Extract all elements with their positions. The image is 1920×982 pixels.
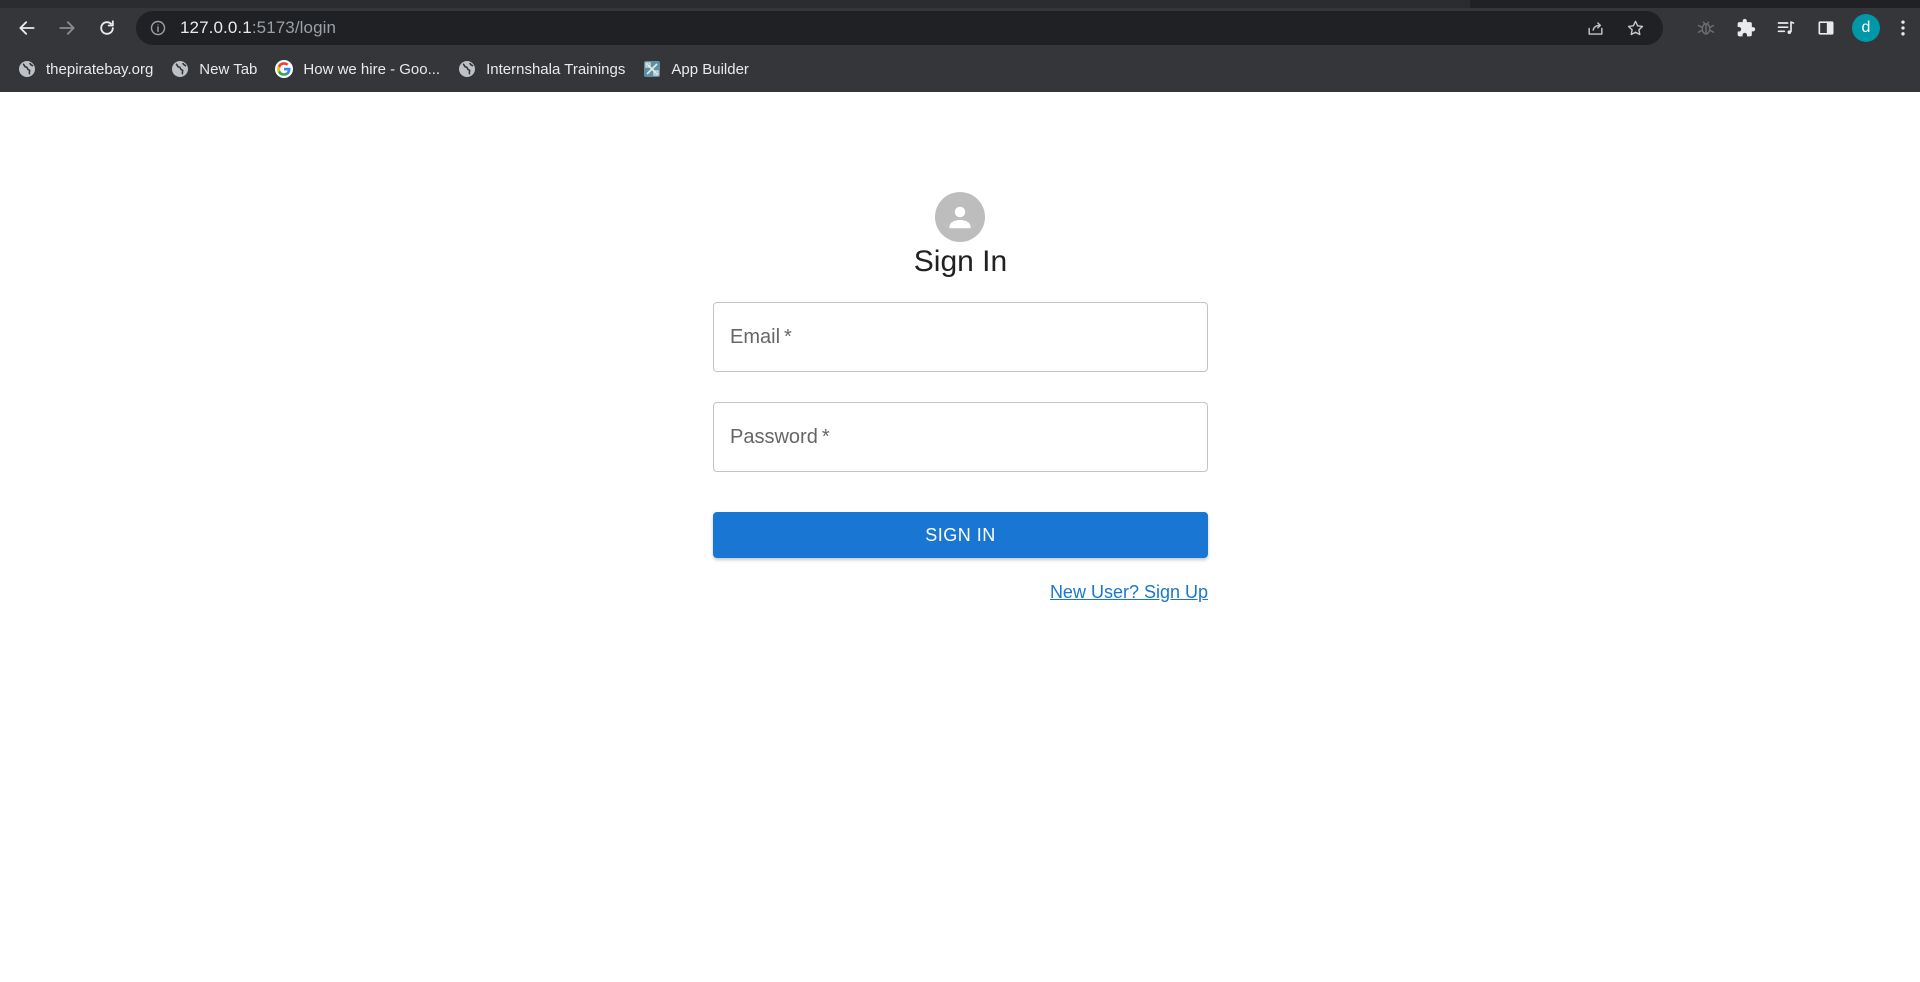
password-label: Password: [730, 425, 818, 448]
sign-in-button[interactable]: SIGN IN: [713, 512, 1208, 558]
email-field[interactable]: Email *: [713, 302, 1208, 372]
reload-icon: [100, 20, 114, 35]
page-title: Sign In: [913, 245, 1008, 278]
app-builder-icon: [643, 60, 661, 78]
password-field[interactable]: Password *: [713, 402, 1208, 472]
bookmark-item[interactable]: App Builder: [635, 55, 759, 83]
bookmark-label: New Tab: [199, 60, 258, 78]
arrow-left-icon: [19, 21, 35, 35]
required-mark: *: [821, 425, 830, 448]
browser-menu-button[interactable]: [1886, 8, 1920, 48]
star-icon: [1627, 20, 1643, 35]
info-icon[interactable]: [150, 20, 166, 36]
bookmark-item[interactable]: thepiratebay.org: [10, 55, 163, 83]
globe-icon: [18, 60, 36, 78]
email-label: Email: [730, 325, 781, 348]
back-button[interactable]: [7, 8, 47, 48]
page-content: Sign In Email * Password * SIGN IN New Use…: [0, 92, 1920, 982]
globe-icon: [458, 60, 476, 78]
side-panel-icon: [1818, 21, 1834, 35]
extensions-area: d: [1686, 8, 1920, 48]
bookmark-item[interactable]: New Tab: [163, 55, 267, 83]
extension-bug-button[interactable]: [1686, 8, 1726, 48]
forward-button[interactable]: [47, 8, 87, 48]
bookmark-label: App Builder: [671, 60, 749, 78]
tab-strip-active: [0, 0, 1470, 8]
globe-icon: [171, 60, 189, 78]
more-vertical-icon: [1901, 20, 1905, 36]
address-url[interactable]: 127.0.0.1:5173/login: [180, 18, 336, 38]
share-button[interactable]: [1575, 11, 1615, 45]
puzzle-icon: [1737, 18, 1756, 37]
arrow-right-icon: [59, 21, 75, 35]
share-icon: [1587, 21, 1603, 35]
bookmark-label: Internshala Trainings: [486, 60, 626, 78]
bookmark-star-button[interactable]: [1615, 11, 1655, 45]
reload-button[interactable]: [87, 8, 127, 48]
profile-avatar[interactable]: d: [1852, 14, 1880, 42]
browser-chrome: 127.0.0.1:5173/login d thepiratebay.org …: [0, 0, 1920, 92]
address-bar[interactable]: 127.0.0.1:5173/login: [136, 11, 1663, 45]
required-mark: *: [784, 325, 792, 348]
url-host: 127.0.0.1: [180, 18, 252, 37]
extensions-button[interactable]: [1726, 8, 1766, 48]
media-controls-button[interactable]: [1766, 8, 1806, 48]
url-path: :5173/login: [251, 18, 337, 37]
person-icon: [949, 206, 971, 229]
bookmarks-bar: thepiratebay.org New Tab How we hire - G…: [0, 52, 1920, 86]
lock-avatar: [935, 192, 985, 242]
bookmark-label: How we hire - Goo...: [303, 60, 441, 78]
bookmark-label: thepiratebay.org: [46, 60, 154, 78]
sign-up-link[interactable]: New User? Sign Up: [1050, 582, 1208, 603]
playlist-icon: [1777, 21, 1795, 34]
google-icon: [275, 60, 294, 78]
browser-toolbar: 127.0.0.1:5173/login d: [0, 8, 1920, 48]
bug-icon: [1697, 21, 1715, 35]
bookmark-item[interactable]: How we hire - Goo...: [267, 55, 450, 83]
bookmark-item[interactable]: Internshala Trainings: [450, 55, 635, 83]
tab-strip: [0, 0, 1920, 8]
omnibox-actions: [1575, 11, 1655, 45]
side-panel-button[interactable]: [1806, 8, 1846, 48]
